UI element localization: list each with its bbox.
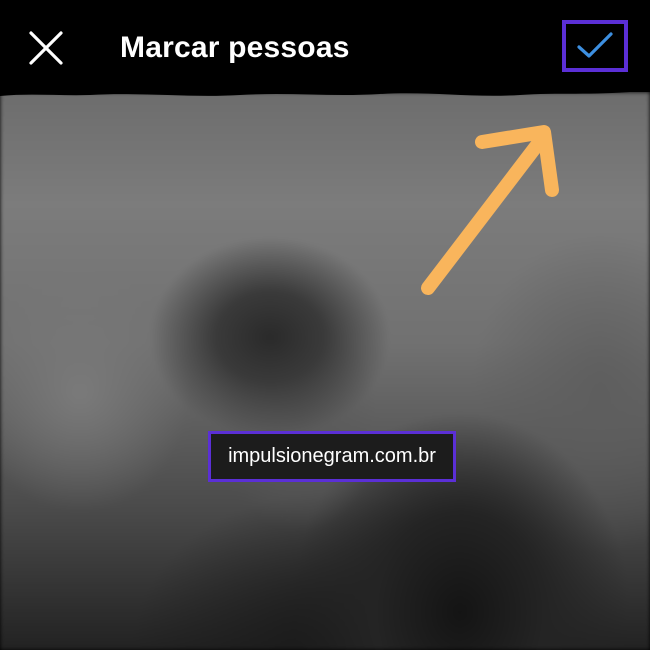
close-icon	[29, 31, 63, 65]
close-button[interactable]	[24, 28, 68, 68]
checkmark-icon	[577, 32, 613, 58]
confirm-button[interactable]	[562, 20, 628, 72]
arrow-up-right-icon	[421, 125, 559, 295]
person-tag-label[interactable]: impulsionegram.com.br	[208, 431, 456, 482]
header-bar: Marcar pessoas	[0, 0, 650, 92]
page-title: Marcar pessoas	[120, 31, 350, 64]
